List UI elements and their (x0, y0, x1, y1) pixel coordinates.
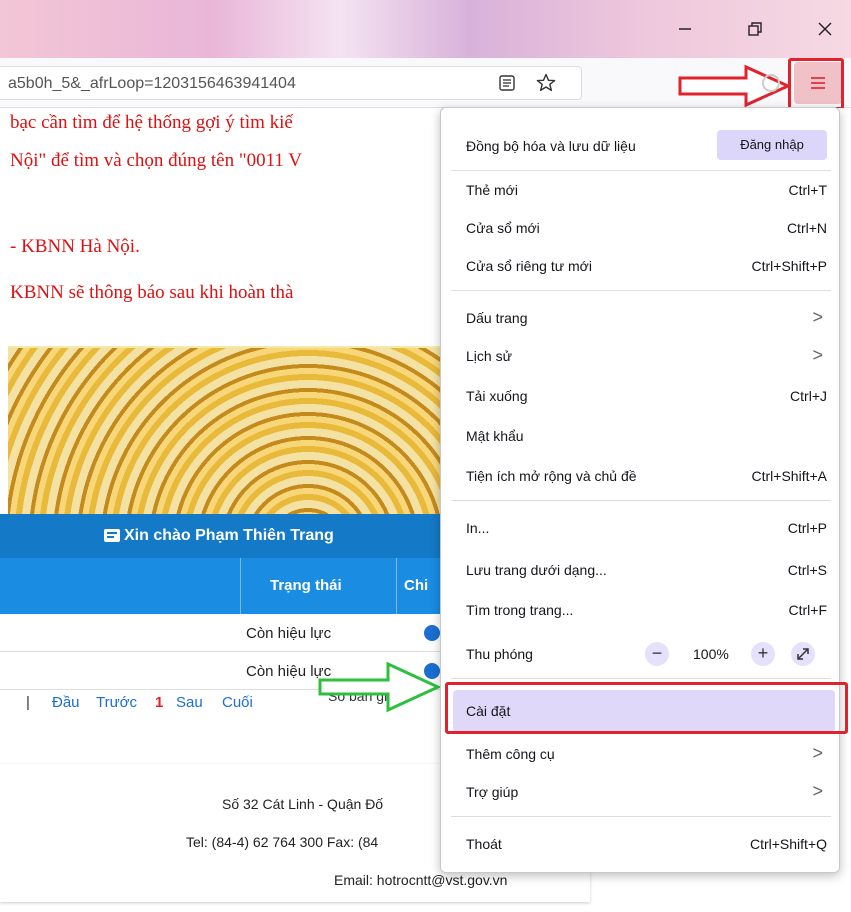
pager-last[interactable]: Cuối (222, 694, 253, 711)
pager-next[interactable]: Sau (176, 694, 203, 711)
fullscreen-icon[interactable] (791, 642, 815, 666)
page-text-line: KBNN sẽ thông báo sau khi hoàn thà (10, 282, 294, 303)
pager-separator: | (26, 694, 30, 711)
menu-item-label: Trợ giúp (466, 784, 519, 800)
menu-item-shortcut: Ctrl+S (787, 562, 827, 578)
menu-item-label: Cửa sổ mới (466, 220, 540, 236)
menu-item-label: In... (466, 520, 490, 536)
close-icon[interactable] (810, 14, 840, 44)
menu-item-downloads[interactable]: Tải xuống Ctrl+J (441, 378, 839, 414)
menu-item-label: Dấu trang (466, 310, 528, 326)
menu-separator (451, 290, 831, 291)
menu-item-shortcut: Ctrl+J (790, 388, 827, 404)
zoom-in-button[interactable]: + (751, 642, 775, 666)
page-text-line: - KBNN Hà Nội. (10, 236, 140, 257)
chevron-right-icon: > (812, 345, 823, 365)
screenshot-root: a5b0h_5&_afrLoop=1203156463941404 bạc cầ… (0, 0, 851, 912)
bookmark-star-icon[interactable] (536, 73, 556, 98)
chevron-right-icon: > (812, 781, 823, 801)
sign-in-button[interactable]: Đăng nhập (717, 130, 827, 160)
menu-item-label: Lịch sử (466, 348, 512, 364)
menu-item-history[interactable]: Lịch sử > (441, 338, 839, 374)
reader-view-icon[interactable] (498, 74, 516, 97)
column-header-status: Trạng thái (270, 577, 342, 594)
zoom-out-button[interactable]: − (645, 642, 669, 666)
info-icon[interactable] (424, 625, 440, 641)
address-bar[interactable]: a5b0h_5&_afrLoop=1203156463941404 (0, 66, 582, 100)
user-card-icon (104, 529, 120, 542)
menu-item-zoom: Thu phóng − 100% + (441, 636, 839, 672)
minimize-icon[interactable] (670, 14, 700, 44)
status-cell: Còn hiệu lực (246, 625, 332, 642)
menu-item-find[interactable]: Tìm trong trang... Ctrl+F (441, 592, 839, 628)
drum-pattern-banner (8, 346, 440, 514)
menu-item-label: Lưu trang dưới dạng... (466, 562, 607, 578)
menu-item-label: Tiện ích mở rộng và chủ đề (466, 468, 637, 484)
menu-item-new-tab[interactable]: Thẻ mới Ctrl+T (441, 172, 839, 208)
menu-item-new-window[interactable]: Cửa sổ mới Ctrl+N (441, 210, 839, 246)
menu-item-shortcut: Ctrl+P (787, 520, 827, 536)
menu-sync: Đồng bộ hóa và lưu dữ liệu Đăng nhập (441, 120, 839, 170)
menu-item-label: Thu phóng (466, 646, 533, 662)
footer-phone: Tel: (84-4) 62 764 300 Fax: (84 (186, 834, 379, 850)
column-header-detail: Chi (404, 577, 429, 594)
menu-item-shortcut: Ctrl+T (788, 182, 828, 198)
menu-item-label: Tìm trong trang... (466, 602, 574, 618)
table-row: Còn hiệu lực (0, 614, 440, 652)
page-text-line: Nội" để tìm và chọn đúng tên "0011 V (10, 150, 303, 171)
green-arrow-annotation (318, 661, 442, 713)
footer-email: Email: hotrocntt@vst.gov.vn (334, 872, 508, 888)
menu-item-label: Thẻ mới (466, 182, 518, 198)
menu-item-addons[interactable]: Tiện ích mở rộng và chủ đề Ctrl+Shift+A (441, 458, 839, 494)
menu-item-private-window[interactable]: Cửa sổ riêng tư mới Ctrl+Shift+P (441, 248, 839, 284)
menu-item-label: Thoát (466, 836, 502, 852)
url-text[interactable]: a5b0h_5&_afrLoop=1203156463941404 (8, 75, 296, 93)
footer-address: Số 32 Cát Linh - Quận Đố (222, 796, 384, 812)
menu-item-save-page[interactable]: Lưu trang dưới dạng... Ctrl+S (441, 552, 839, 588)
menu-item-more-tools[interactable]: Thêm công cụ > (441, 736, 839, 772)
menu-separator (451, 816, 831, 817)
chevron-right-icon: > (812, 307, 823, 327)
menu-item-label: Cửa sổ riêng tư mới (466, 258, 592, 274)
sync-label: Đồng bộ hóa và lưu dữ liệu (466, 138, 636, 154)
menu-item-help[interactable]: Trợ giúp > (441, 774, 839, 810)
chevron-right-icon: > (812, 743, 823, 763)
zoom-controls: − 100% + (637, 642, 827, 668)
menu-item-label: Mật khẩu (466, 428, 524, 444)
menu-item-passwords[interactable]: Mật khẩu (441, 418, 839, 454)
menu-item-shortcut: Ctrl+Shift+P (751, 258, 827, 274)
menu-item-shortcut: Ctrl+F (788, 602, 828, 618)
menu-item-bookmarks[interactable]: Dấu trang > (441, 300, 839, 336)
menu-item-print[interactable]: In... Ctrl+P (441, 510, 839, 546)
settings-highlight-box (445, 682, 848, 734)
greeting-bar: Xin chào Phạm Thiên Trang (0, 514, 440, 558)
menu-item-exit[interactable]: Thoát Ctrl+Shift+Q (441, 826, 839, 862)
menu-separator (451, 170, 831, 171)
menu-item-shortcut: Ctrl+N (786, 220, 827, 236)
greeting-text: Xin chào Phạm Thiên Trang (124, 527, 334, 544)
page-text-line: bạc cần tìm để hệ thống gợi ý tìm kiế (10, 112, 293, 133)
menu-item-label: Thêm công cụ (466, 746, 555, 762)
menu-item-shortcut: Ctrl+Shift+Q (749, 836, 827, 852)
extension-icon[interactable] (762, 74, 780, 92)
pager-first[interactable]: Đầu (52, 694, 80, 711)
table-header: Trạng thái Chi (0, 558, 440, 614)
zoom-level[interactable]: 100% (693, 646, 729, 662)
menu-item-label: Tải xuống (466, 388, 528, 404)
menu-button-highlight (788, 58, 844, 110)
restore-icon[interactable] (740, 14, 770, 44)
menu-separator (451, 500, 831, 501)
menu-item-shortcut: Ctrl+Shift+A (751, 468, 827, 484)
navigation-toolbar: a5b0h_5&_afrLoop=1203156463941404 (0, 58, 851, 110)
pager-current: 1 (155, 694, 164, 711)
menu-separator (451, 678, 831, 679)
window-titlebar (0, 0, 851, 58)
app-menu-panel: Đồng bộ hóa và lưu dữ liệu Đăng nhập Thẻ… (440, 107, 840, 873)
pager-prev[interactable]: Trước (96, 694, 137, 711)
